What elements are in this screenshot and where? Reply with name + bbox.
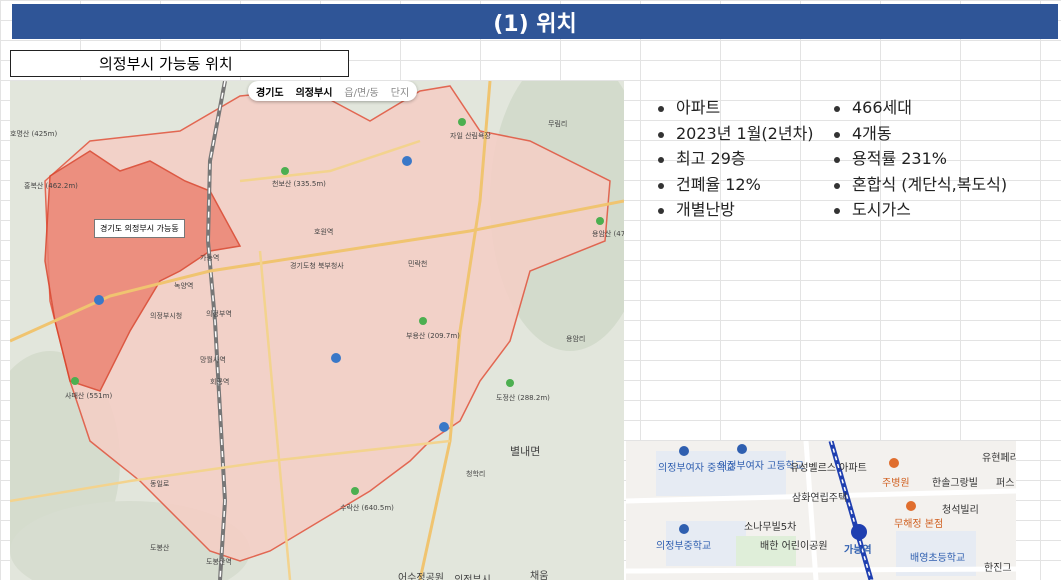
detail-label: 한솔그랑빌 [932,478,978,489]
map-label: 홍복산 (462.2m) [24,182,78,190]
map-label: 채움 [530,571,549,580]
page-title: (1) 위치 [12,4,1058,39]
location-map[interactable]: 경기도 의정부시 읍/면/동 단지 경기도 의정부시 가능동 호명산 (425m… [10,81,624,580]
map-label: 동일로 [150,480,170,488]
info-item: 최고 29층 [656,146,814,172]
map-label: 호원역 [314,228,334,236]
apartment-info-right: 466세대 4개동 용적률 231% 혼합식 (계단식,복도식) 도시가스 [832,95,1007,223]
info-item: 아파트 [656,95,814,121]
map-label: 가능역 [200,254,220,262]
detail-label: 배한 어린이공원 [760,541,828,552]
detail-label: 무해정 본점 [894,519,944,530]
detail-label: 퍼스 [996,478,1015,489]
map-label: 별내면 [510,445,541,458]
detail-label: 청석빌리 [942,505,979,516]
region-filter-city[interactable]: 의정부시 [296,84,333,99]
map-label: 도봉산 [150,544,170,552]
info-item: 개별난방 [656,197,814,223]
map-label: 자일 산림욕장 [450,132,491,140]
map-tooltip: 경기도 의정부시 가능동 [94,219,185,238]
map-label: 망월사역 [200,356,226,364]
map-label: 도정산 (288.2m) [496,394,550,402]
map-label: 회룡역 [210,378,230,386]
region-filter-bar[interactable]: 경기도 의정부시 읍/면/동 단지 [248,81,418,101]
map-label: 천보산 (335.5m) [272,180,326,188]
map-label: 용암리 [566,335,586,343]
detail-label: 가능역 [844,545,872,556]
info-item: 4개동 [832,121,1007,147]
region-filter-complex[interactable]: 단지 [391,84,409,99]
detail-label: 한진그 [984,563,1012,574]
map-label: 용암산 (475.3m) [592,230,624,238]
map-label: 녹양역 [174,282,194,290]
map-label: 호명산 (425m) [10,130,58,138]
map-label: 어수정공원 [398,573,444,580]
map-label: 도봉산역 [206,558,232,566]
region-filter-province[interactable]: 경기도 [256,84,284,99]
apartment-info-left: 아파트 2023년 1월(2년차) 최고 29층 건폐율 12% 개별난방 [656,95,814,223]
region-filter-town[interactable]: 읍/면/동 [344,84,378,99]
detail-label: 유현페리 [982,453,1016,464]
map-label: 의정부시 [454,571,491,580]
map-label: 의정부역 [206,310,232,318]
map-label: 청학리 [466,470,486,478]
section-subtitle: 의정부시 가능동 위치 [10,50,349,77]
map-label: 의정부시청 [150,312,183,320]
detail-label: 삼화연립주택 [792,493,848,504]
detail-label: 배영초등학교 [910,553,966,564]
info-item: 466세대 [832,95,1007,121]
info-item: 건폐율 12% [656,172,814,198]
map-label: 수락산 (640.5m) [340,504,394,512]
info-item: 용적률 231% [832,146,1007,172]
info-item: 도시가스 [832,197,1007,223]
map-canvas [10,81,624,580]
info-item: 2023년 1월(2년차) [656,121,814,147]
detail-label: 주병원 [882,478,910,489]
map-label: 민락천 [408,260,428,268]
detail-label: 소나무빌5차 [744,522,797,533]
info-item: 혼합식 (계단식,복도식) [832,172,1007,198]
map-label: 경기도청 북부청사 [290,262,344,270]
map-label: 사패산 (551m) [65,392,113,400]
detail-map[interactable]: 의정부여자 중학교 의정부여자 고등학교 유성벨르스 아파트 주병원 한솔그랑빌… [626,441,1016,580]
detail-label: 유성벨르스 아파트 [790,463,867,474]
map-label: 부용산 (209.7m) [406,332,460,340]
map-label: 무림리 [548,120,568,128]
detail-label: 의정부중학교 [656,541,712,552]
